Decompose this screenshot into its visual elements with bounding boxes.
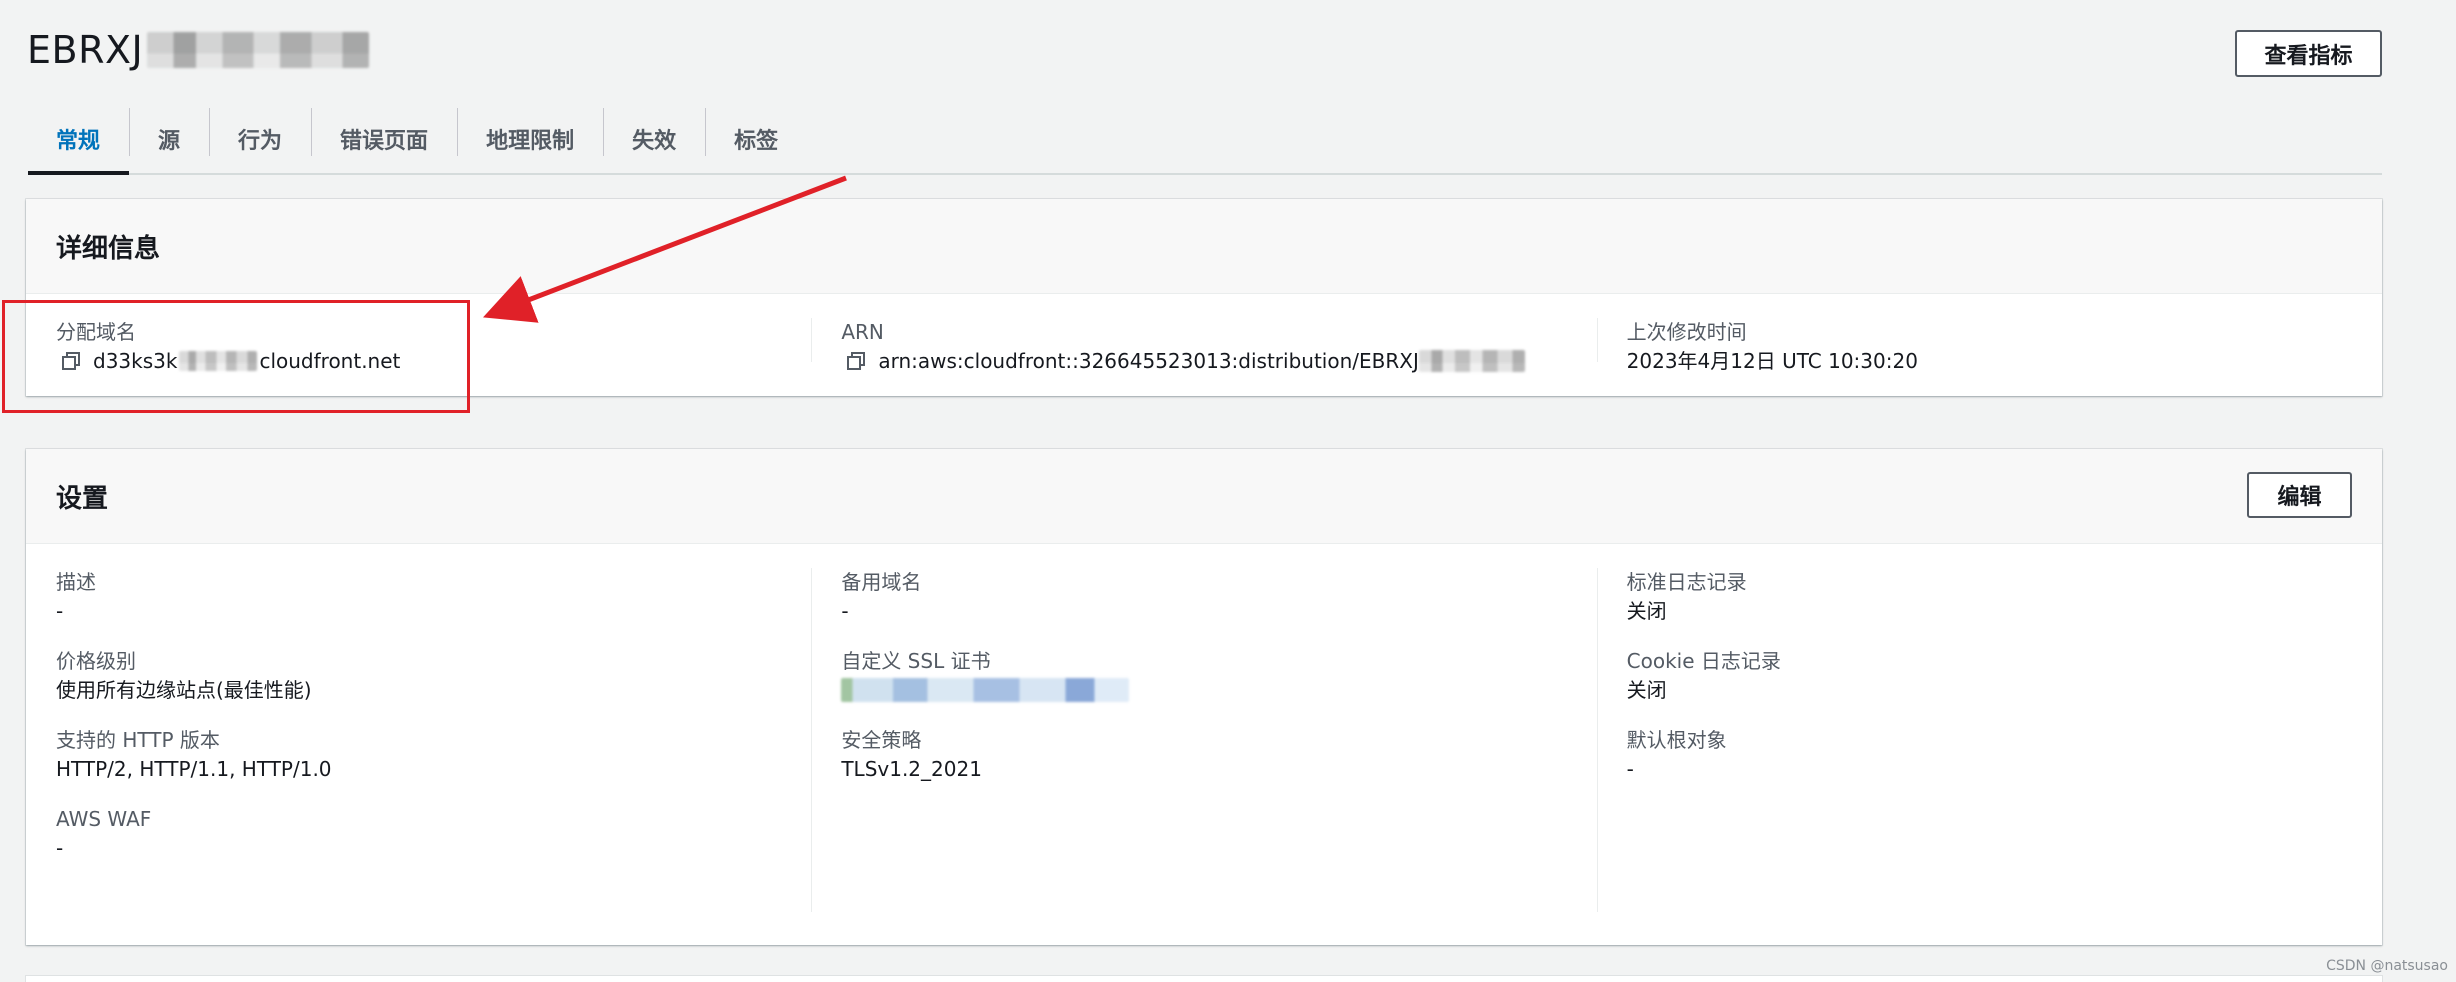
view-metrics-button[interactable]: 查看指标: [2235, 30, 2382, 77]
settings-col-2: 备用域名 - 自定义 SSL 证书 安全策略 TLSv1.2_2021: [811, 544, 1596, 946]
field-label: 安全策略: [841, 728, 922, 752]
field-label: 支持的 HTTP 版本: [56, 728, 220, 752]
field-value: -: [56, 836, 64, 860]
annotation-highlight-box: [2, 300, 470, 413]
redacted-arn-part: [1418, 350, 1525, 372]
field-value: TLSv1.2_2021: [841, 757, 982, 781]
tab-bar: 常规 源 行为 错误页面 地理限制 失效 标签: [28, 105, 2382, 175]
field-label: 自定义 SSL 证书: [841, 649, 991, 673]
field-aws-waf: AWS WAF -: [56, 805, 781, 863]
field-value: [841, 675, 1566, 705]
field-value: -: [841, 599, 849, 623]
field-label: 价格级别: [56, 649, 136, 673]
title-wrap: EBRXJ: [27, 28, 370, 72]
field-value: 关闭: [1626, 678, 1667, 702]
field-value: HTTP/2, HTTP/1.1, HTTP/1.0: [56, 757, 332, 781]
settings-title: 设置: [56, 483, 109, 514]
field-value: 使用所有边缘站点(最佳性能): [56, 678, 312, 702]
settings-panel-header: 设置 编辑: [26, 449, 2382, 544]
page-title: EBRXJ: [27, 28, 144, 72]
tab-geo-restrictions[interactable]: 地理限制: [457, 105, 603, 173]
field-value: -: [1626, 757, 1634, 781]
field-default-root-object: 默认根对象 -: [1627, 726, 2352, 784]
field-http-versions: 支持的 HTTP 版本 HTTP/2, HTTP/1.1, HTTP/1.0: [56, 726, 781, 784]
field-label: AWS WAF: [56, 807, 152, 831]
tab-invalidations[interactable]: 失效: [603, 105, 705, 173]
field-value: 关闭: [1626, 599, 1667, 623]
tab-tags[interactable]: 标签: [705, 105, 807, 173]
distribution-page: EBRXJ 查看指标 常规 源 行为 错误页面 地理限制 失效 标签 详细信息 …: [0, 0, 2456, 982]
field-value: 2023年4月12日 UTC 10:30:20: [1626, 349, 1918, 373]
details-col-arn: ARN arn:aws:cloudfront::326645523013:dis…: [811, 294, 1596, 396]
details-title: 详细信息: [56, 233, 161, 264]
field-label: 默认根对象: [1626, 728, 1727, 752]
settings-body: 描述 - 价格级别 使用所有边缘站点(最佳性能) 支持的 HTTP 版本 HTT…: [26, 544, 2382, 946]
field-standard-logging: 标准日志记录 关闭: [1627, 568, 2352, 626]
settings-col-1: 描述 - 价格级别 使用所有边缘站点(最佳性能) 支持的 HTTP 版本 HTT…: [26, 544, 811, 946]
next-panel-edge: [26, 976, 2382, 982]
settings-panel: 设置 编辑 描述 - 价格级别 使用所有边缘站点(最佳性能) 支持的 HTTP …: [26, 449, 2382, 945]
field-arn: ARN arn:aws:cloudfront::326645523013:dis…: [841, 318, 1566, 376]
field-alternate-domain: 备用域名 -: [841, 568, 1566, 626]
field-label: 描述: [56, 570, 96, 594]
copy-icon[interactable]: [846, 351, 866, 371]
tab-general[interactable]: 常规: [28, 105, 130, 175]
field-price-class: 价格级别 使用所有边缘站点(最佳性能): [56, 647, 781, 705]
settings-col-3: 标准日志记录 关闭 Cookie 日志记录 关闭 默认根对象 -: [1596, 544, 2382, 946]
arn-value: arn:aws:cloudfront::326645523013:distrib…: [878, 349, 1419, 373]
redacted-title-part: [147, 32, 370, 68]
edit-button[interactable]: 编辑: [2247, 472, 2352, 518]
field-last-modified: 上次修改时间 2023年4月12日 UTC 10:30:20: [1627, 318, 2352, 376]
field-label: 上次修改时间: [1626, 320, 1747, 344]
page-header: EBRXJ 查看指标: [27, 20, 2382, 110]
field-label: Cookie 日志记录: [1626, 649, 1781, 673]
field-value: -: [56, 599, 64, 623]
field-label: 标准日志记录: [1626, 570, 1747, 594]
field-custom-ssl: 自定义 SSL 证书: [841, 647, 1566, 705]
field-value: arn:aws:cloudfront::326645523013:distrib…: [841, 346, 1566, 376]
tab-behaviors[interactable]: 行为: [209, 105, 311, 173]
redacted-ssl-link[interactable]: [841, 678, 1130, 702]
field-description: 描述 -: [56, 568, 781, 626]
details-panel-header: 详细信息: [26, 199, 2382, 294]
watermark: CSDN @natsusao: [2326, 958, 2448, 974]
tab-origins[interactable]: 源: [129, 105, 209, 173]
field-label: ARN: [841, 320, 884, 344]
details-col-modified: 上次修改时间 2023年4月12日 UTC 10:30:20: [1596, 294, 2382, 396]
field-label: 备用域名: [841, 570, 922, 594]
tab-error-pages[interactable]: 错误页面: [311, 105, 457, 173]
field-security-policy: 安全策略 TLSv1.2_2021: [841, 726, 1566, 784]
field-cookie-logging: Cookie 日志记录 关闭: [1627, 647, 2352, 705]
